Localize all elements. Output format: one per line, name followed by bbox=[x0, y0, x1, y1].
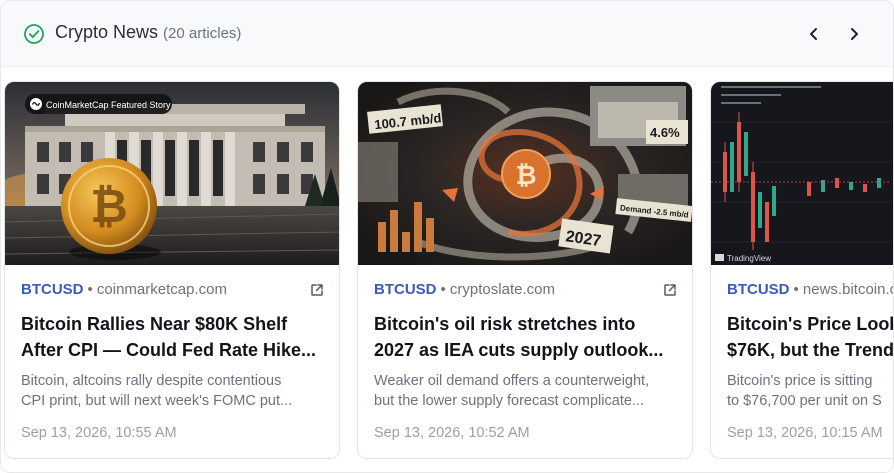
widget-header: Crypto News (20 articles) bbox=[1, 1, 893, 67]
crypto-news-widget: Crypto News (20 articles) ₿ CoinMarketCa… bbox=[0, 0, 894, 473]
chevron-right-icon bbox=[851, 28, 858, 40]
news-card[interactable]: ₿ CoinMarketCap Featured Story BTCUSD • c… bbox=[4, 81, 340, 459]
svg-text:₿: ₿ bbox=[90, 180, 128, 232]
news-card[interactable]: ₿ 100.7 mb/d 4.6% Demand -2.5 mb/d 2027 bbox=[357, 81, 693, 459]
article-date: Sep 13, 2026, 10:15 AM bbox=[727, 425, 883, 441]
article-summary: Bitcoin, altcoins rally despite contenti… bbox=[21, 371, 325, 411]
ticker-link[interactable]: BTCUSD bbox=[727, 281, 790, 298]
article-thumbnail[interactable]: ₿ CoinMarketCap Featured Story bbox=[5, 82, 339, 265]
headline-line: Bitcoin's oil risk stretches into bbox=[374, 314, 636, 334]
summary-line: Bitcoin's price is sitting bbox=[727, 373, 873, 389]
page-title: Crypto News (20 articles) bbox=[55, 22, 241, 43]
news-card[interactable]: TradingView BTCUSD• news.bitcoin.com Bit… bbox=[710, 81, 894, 459]
source-domain: • news.bitcoin.com bbox=[793, 281, 894, 298]
external-link-icon[interactable] bbox=[662, 282, 678, 298]
source-domain: • coinmarketcap.com bbox=[87, 281, 227, 298]
article-summary: Bitcoin's price is sitting to $76,700 pe… bbox=[727, 371, 893, 411]
title-text: Crypto News bbox=[55, 22, 159, 42]
article-headline[interactable]: Bitcoin's oil risk stretches into 2027 a… bbox=[374, 311, 674, 363]
headline-line: Bitcoin's Price Looks bbox=[727, 314, 894, 334]
price-chart-image: TradingView bbox=[711, 82, 893, 265]
article-meta: BTCUSD• news.bitcoin.com bbox=[727, 281, 894, 298]
headline-line: After CPI — Could Fed Rate Hike... bbox=[21, 340, 317, 360]
check-circle-icon bbox=[24, 24, 44, 44]
headline-line: Bitcoin Rallies Near $80K Shelf bbox=[21, 314, 288, 334]
summary-line: Bitcoin, altcoins rally despite contenti… bbox=[21, 373, 282, 389]
headline-line: $76K, but the Trend bbox=[727, 340, 894, 360]
article-headline[interactable]: Bitcoin Rallies Near $80K Shelf After CP… bbox=[21, 311, 321, 363]
ticker-link[interactable]: BTCUSD bbox=[374, 281, 437, 298]
article-thumbnail[interactable]: ₿ 100.7 mb/d 4.6% Demand -2.5 mb/d 2027 bbox=[358, 82, 692, 265]
oil-bitcoin-collage-image: ₿ 100.7 mb/d 4.6% Demand -2.5 mb/d 2027 bbox=[358, 82, 692, 265]
external-link-icon[interactable] bbox=[309, 282, 325, 298]
next-button[interactable] bbox=[841, 21, 867, 47]
previous-button[interactable] bbox=[801, 21, 827, 47]
article-count: (20 articles) bbox=[163, 25, 242, 42]
federal-reserve-bitcoin-image: ₿ CoinMarketCap Featured Story bbox=[5, 82, 339, 265]
svg-text:₿: ₿ bbox=[515, 160, 536, 190]
source-domain: • cryptoslate.com bbox=[440, 281, 555, 298]
summary-line: CPI print, but will next week's FOMC put… bbox=[21, 393, 293, 409]
summary-line: but the lower supply forecast complicate… bbox=[374, 393, 644, 409]
chevron-left-icon bbox=[810, 28, 817, 40]
article-meta: BTCUSD • coinmarketcap.com bbox=[21, 281, 227, 298]
summary-line: Weaker oil demand offers a counterweight… bbox=[374, 373, 650, 389]
headline-line: 2027 as IEA cuts supply outlook... bbox=[374, 340, 664, 360]
image-label: 4.6% bbox=[650, 125, 680, 140]
ticker-link[interactable]: BTCUSD bbox=[21, 281, 84, 298]
article-date: Sep 13, 2026, 10:52 AM bbox=[374, 425, 530, 441]
article-meta: BTCUSD • cryptoslate.com bbox=[374, 281, 555, 298]
article-headline[interactable]: Bitcoin's Price Looks $76K, but the Tren… bbox=[727, 311, 894, 363]
tradingview-label: TradingView bbox=[727, 254, 771, 263]
article-summary: Weaker oil demand offers a counterweight… bbox=[374, 371, 678, 411]
summary-line: to $76,700 per unit on S bbox=[727, 393, 882, 409]
featured-story-badge: CoinMarketCap Featured Story bbox=[46, 100, 171, 110]
article-thumbnail[interactable]: TradingView bbox=[711, 82, 893, 265]
article-date: Sep 13, 2026, 10:55 AM bbox=[21, 425, 177, 441]
